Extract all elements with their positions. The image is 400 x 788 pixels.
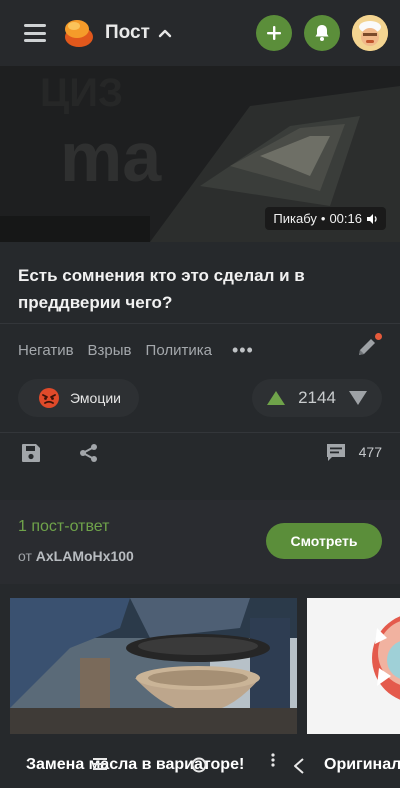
tag-list: Негатив Взрыв Политика ••• bbox=[18, 340, 254, 361]
video-source: Пикабу bbox=[273, 211, 317, 226]
video-player[interactable]: ma ЦИЗ Пикабу • 00:16 bbox=[0, 66, 400, 242]
divider bbox=[0, 432, 400, 433]
downvote-icon[interactable] bbox=[348, 390, 368, 406]
home-icon[interactable] bbox=[190, 756, 208, 774]
pencil-icon bbox=[359, 339, 375, 355]
recent-apps-icon[interactable] bbox=[92, 756, 108, 772]
divider bbox=[0, 323, 400, 324]
save-icon bbox=[22, 444, 40, 462]
header-actions bbox=[256, 15, 388, 51]
save-button[interactable] bbox=[20, 442, 44, 466]
volume-icon[interactable] bbox=[366, 213, 378, 225]
plus-icon bbox=[267, 26, 281, 40]
post-title[interactable]: Есть сомнения кто это сделал и в преддве… bbox=[18, 262, 378, 316]
svg-text:ЦИЗ: ЦИЗ bbox=[40, 71, 123, 115]
add-post-button[interactable] bbox=[256, 15, 292, 51]
app-screen: Пост ma ЦИЗ Пикабу • 00:16 Есть сомнения… bbox=[0, 0, 400, 788]
menu-icon[interactable] bbox=[24, 24, 46, 42]
notifications-button[interactable] bbox=[304, 15, 340, 51]
reply-post-block: 1 пост-ответ от AxLAMoHx100 Смотреть bbox=[0, 500, 400, 584]
logo-icon[interactable] bbox=[63, 17, 95, 49]
share-button[interactable] bbox=[78, 442, 102, 466]
video-duration: 00:16 bbox=[329, 211, 362, 226]
chevron-up-icon[interactable] bbox=[158, 28, 172, 38]
emotions-button[interactable]: Эмоции bbox=[18, 379, 139, 417]
edit-button[interactable] bbox=[356, 333, 382, 360]
reply-author: от AxLAMoHx100 bbox=[18, 548, 134, 564]
post-thumbnail bbox=[307, 598, 400, 734]
tag-item[interactable]: Негатив bbox=[18, 342, 74, 359]
reply-count[interactable]: 1 пост-ответ bbox=[18, 518, 109, 536]
reply-from-label: от bbox=[18, 548, 32, 564]
more-options-icon[interactable] bbox=[270, 752, 276, 768]
tag-item[interactable]: Политика bbox=[146, 342, 212, 359]
comments-button[interactable]: 477 bbox=[325, 442, 382, 462]
related-post-card[interactable] bbox=[307, 598, 400, 734]
post-actions: 477 bbox=[0, 442, 400, 472]
emotions-label: Эмоции bbox=[70, 390, 121, 406]
top-bar: Пост bbox=[0, 0, 400, 66]
angry-face-icon bbox=[39, 388, 59, 408]
comment-icon bbox=[326, 444, 345, 461]
comments-count: 477 bbox=[358, 444, 382, 460]
section-title[interactable]: Пост bbox=[105, 22, 150, 44]
notification-dot bbox=[375, 333, 382, 340]
bell-icon bbox=[315, 25, 329, 41]
rating-widget: 2144 bbox=[252, 379, 382, 417]
related-post-card[interactable] bbox=[10, 598, 297, 734]
back-icon[interactable] bbox=[292, 757, 306, 775]
post-thumbnail bbox=[10, 598, 297, 734]
rating-value: 2144 bbox=[298, 388, 336, 407]
system-nav-bar bbox=[0, 738, 400, 788]
more-tags-button[interactable]: ••• bbox=[232, 340, 254, 361]
tag-item[interactable]: Взрыв bbox=[88, 342, 132, 359]
svg-text:ma: ma bbox=[60, 118, 162, 196]
avatar[interactable] bbox=[352, 15, 388, 51]
video-info-badge: Пикабу • 00:16 bbox=[265, 207, 386, 230]
reply-author-name[interactable]: AxLAMoHx100 bbox=[36, 548, 134, 564]
share-icon bbox=[80, 444, 97, 462]
view-reply-button[interactable]: Смотреть bbox=[266, 523, 382, 559]
upvote-icon[interactable] bbox=[266, 390, 286, 406]
